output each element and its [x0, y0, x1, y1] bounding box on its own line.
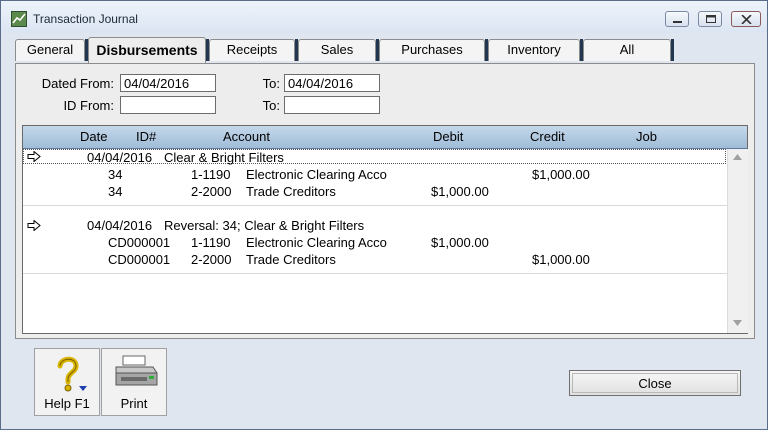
line-account-no[interactable]: 2-2000 — [191, 184, 231, 199]
dated-from-label: Dated From: — [41, 76, 114, 91]
help-label: Help F1 — [44, 396, 90, 411]
line-account-name[interactable]: Electronic Clearing Acco — [246, 167, 388, 182]
line-debit[interactable]: $1,000.00 — [431, 235, 489, 250]
header-credit[interactable]: Credit — [530, 129, 565, 144]
line-id[interactable]: 34 — [108, 167, 122, 182]
grid-header: Date ID# Account Debit Credit Job — [23, 126, 747, 149]
tab-all[interactable]: All — [583, 39, 671, 61]
line-id[interactable]: CD000001 — [108, 252, 170, 267]
app-chart-icon — [11, 11, 27, 27]
header-account[interactable]: Account — [223, 129, 270, 144]
scroll-down-button[interactable] — [728, 315, 747, 332]
scroll-up-icon — [733, 154, 742, 160]
tab-receipts[interactable]: Receipts — [209, 39, 295, 61]
right-arrow-icon[interactable] — [27, 220, 41, 231]
disbursements-panel: Dated From: To: ID From: To: Date ID# Ac… — [15, 63, 755, 339]
title-bar[interactable]: Transaction Journal — [1, 1, 767, 33]
maximize-icon — [706, 15, 716, 23]
transaction-date[interactable]: 04/04/2016 — [87, 150, 152, 165]
line-debit[interactable]: $1,000.00 — [431, 184, 489, 199]
transaction-separator — [23, 205, 727, 206]
dated-to-input[interactable] — [284, 74, 380, 92]
close-button[interactable]: Close — [569, 370, 741, 396]
line-credit[interactable]: $1,000.00 — [532, 167, 590, 182]
id-to-label: To: — [262, 98, 280, 113]
id-to-input[interactable] — [284, 96, 380, 114]
minimize-button[interactable] — [665, 11, 689, 27]
tab-general[interactable]: General — [15, 39, 85, 61]
line-account-no[interactable]: 1-1190 — [191, 167, 231, 182]
dated-from-input[interactable] — [120, 74, 216, 92]
line-account-name[interactable]: Trade Creditors — [246, 184, 336, 199]
scroll-down-icon — [733, 320, 742, 326]
minimize-icon — [673, 21, 682, 23]
transaction-memo[interactable]: Reversal: 34; Clear & Bright Filters — [164, 218, 364, 233]
close-window-button[interactable] — [731, 11, 761, 27]
window-title: Transaction Journal — [33, 12, 138, 26]
header-date[interactable]: Date — [80, 129, 107, 144]
line-id[interactable]: CD000001 — [108, 235, 170, 250]
line-id[interactable]: 34 — [108, 184, 122, 199]
transaction-memo[interactable]: Clear & Bright Filters — [164, 150, 284, 165]
transaction-separator — [23, 273, 727, 274]
tab-inventory[interactable]: Inventory — [488, 39, 580, 61]
transaction-date[interactable]: 04/04/2016 — [87, 218, 152, 233]
header-debit[interactable]: Debit — [433, 129, 463, 144]
printer-icon — [115, 355, 158, 386]
header-job[interactable]: Job — [636, 129, 657, 144]
tab-separator — [671, 39, 674, 61]
id-from-input[interactable] — [120, 96, 216, 114]
line-account-no[interactable]: 2-2000 — [191, 252, 231, 267]
dated-to-label: To: — [262, 76, 280, 91]
print-button[interactable]: Print — [101, 348, 167, 416]
question-mark-icon — [57, 356, 87, 392]
id-from-label: ID From: — [63, 98, 114, 113]
line-account-name[interactable]: Electronic Clearing Acco — [246, 235, 388, 250]
right-arrow-icon[interactable] — [27, 151, 41, 162]
scroll-up-button[interactable] — [728, 149, 747, 166]
header-id[interactable]: ID# — [136, 129, 156, 144]
tab-sales[interactable]: Sales — [298, 39, 376, 61]
grid-body: 04/04/2016 Clear & Bright Filters 34 1-1… — [23, 149, 727, 333]
help-button[interactable]: Help F1 — [34, 348, 100, 416]
tab-purchases[interactable]: Purchases — [379, 39, 485, 61]
tab-disbursements[interactable]: Disbursements — [88, 37, 206, 63]
journal-grid: Date ID# Account Debit Credit Job 04/04/… — [22, 125, 748, 334]
line-account-name[interactable]: Trade Creditors — [246, 252, 336, 267]
transaction-journal-window: Transaction Journal General Disbursement… — [0, 0, 768, 430]
line-account-no[interactable]: 1-1190 — [191, 235, 231, 250]
line-credit[interactable]: $1,000.00 — [532, 252, 590, 267]
vertical-scrollbar[interactable] — [727, 149, 748, 333]
close-icon — [741, 15, 752, 24]
maximize-button[interactable] — [698, 11, 722, 27]
print-label: Print — [120, 396, 148, 411]
